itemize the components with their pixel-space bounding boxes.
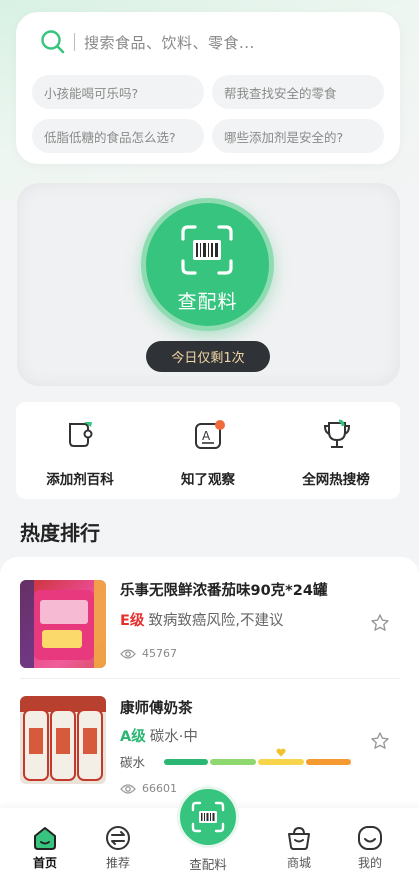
nav-scan-label: 查配料 [189,857,227,872]
grade-description: 致病致癌风险,不建议 [148,613,284,629]
nav-scan-button[interactable] [177,786,239,848]
search-bar[interactable]: 搜索食品、饮料、零食... [26,20,390,64]
nav-mine[interactable]: 我的 [335,808,405,888]
scan-ingredients-button[interactable]: 查配料 [141,198,274,331]
product-title: 乐事无限鲜浓番茄味90克*24罐 [120,583,328,599]
bar-segment-lightgreen [210,759,256,765]
suggestion-chip[interactable]: 帮我查找安全的零食 [212,75,384,109]
eye-icon [120,783,136,794]
search-input[interactable]: 搜索食品、饮料、零食... [84,32,255,53]
grade-line: E级 致病致癌风险,不建议 [120,609,284,630]
heart-marker-icon [276,748,286,757]
svg-text:A: A [202,429,211,443]
barcode-scan-icon [181,225,233,275]
barcode-scan-icon [191,801,225,833]
recommend-icon [106,826,130,850]
view-count: 66601 [120,782,177,795]
favorite-star-icon[interactable] [370,613,390,633]
carb-metric-label: 碳水 [120,755,146,770]
remaining-quota-badge: 今日仅剩1次 [146,341,270,372]
grade-badge: A级 [120,729,146,745]
ranking-list: 乐事无限鲜浓番茄味90克*24罐 E级 致病致癌风险,不建议 45767 康师傅… [0,557,419,817]
tool-additive-encyclopedia[interactable]: 添加剂百科 [16,402,144,499]
search-icon [41,30,65,54]
home-icon [34,827,56,850]
view-count: 45767 [120,647,177,660]
encyclopedia-icon [69,422,93,447]
tools-card: 添加剂百科 A 知了观察 全网热搜榜 [16,402,400,499]
favorite-star-icon[interactable] [370,731,390,751]
trophy-icon [323,419,351,448]
observe-icon: A [195,420,225,449]
grade-description: 碳水·中 [149,729,198,745]
suggestion-chip[interactable]: 哪些添加剂是安全的? [212,119,384,153]
eye-icon [120,648,136,659]
nav-recommend[interactable]: 推荐 [83,808,153,888]
section-title: 热度排行 [20,521,100,545]
tool-trending-list[interactable]: 全网热搜榜 [272,402,400,499]
grade-badge: E级 [120,613,145,629]
search-card: 搜索食品、饮料、零食... 小孩能喝可乐吗? 帮我查找安全的零食 低脂低糖的食品… [16,12,400,164]
shop-basket-icon [288,826,310,850]
nav-mall[interactable]: 商城 [264,808,334,888]
bar-segment-yellow [258,759,304,765]
suggestion-chip[interactable]: 小孩能喝可乐吗? [32,75,204,109]
bar-segment-orange [306,759,351,765]
nav-home[interactable]: 首页 [10,808,80,888]
product-title: 康师傅奶茶 [120,701,193,717]
search-divider [74,33,75,51]
tool-zhiliao-observe[interactable]: A 知了观察 [144,402,272,499]
scan-label: 查配料 [177,291,238,313]
profile-icon [358,826,382,850]
bar-segment-green [164,759,208,765]
ranking-item[interactable]: 乐事无限鲜浓番茄味90克*24罐 E级 致病致癌风险,不建议 45767 [0,557,419,679]
product-image [20,580,106,668]
product-image [20,696,106,784]
suggestion-chip[interactable]: 低脂低糖的食品怎么选? [32,119,204,153]
grade-line: A级 碳水·中 [120,725,198,746]
